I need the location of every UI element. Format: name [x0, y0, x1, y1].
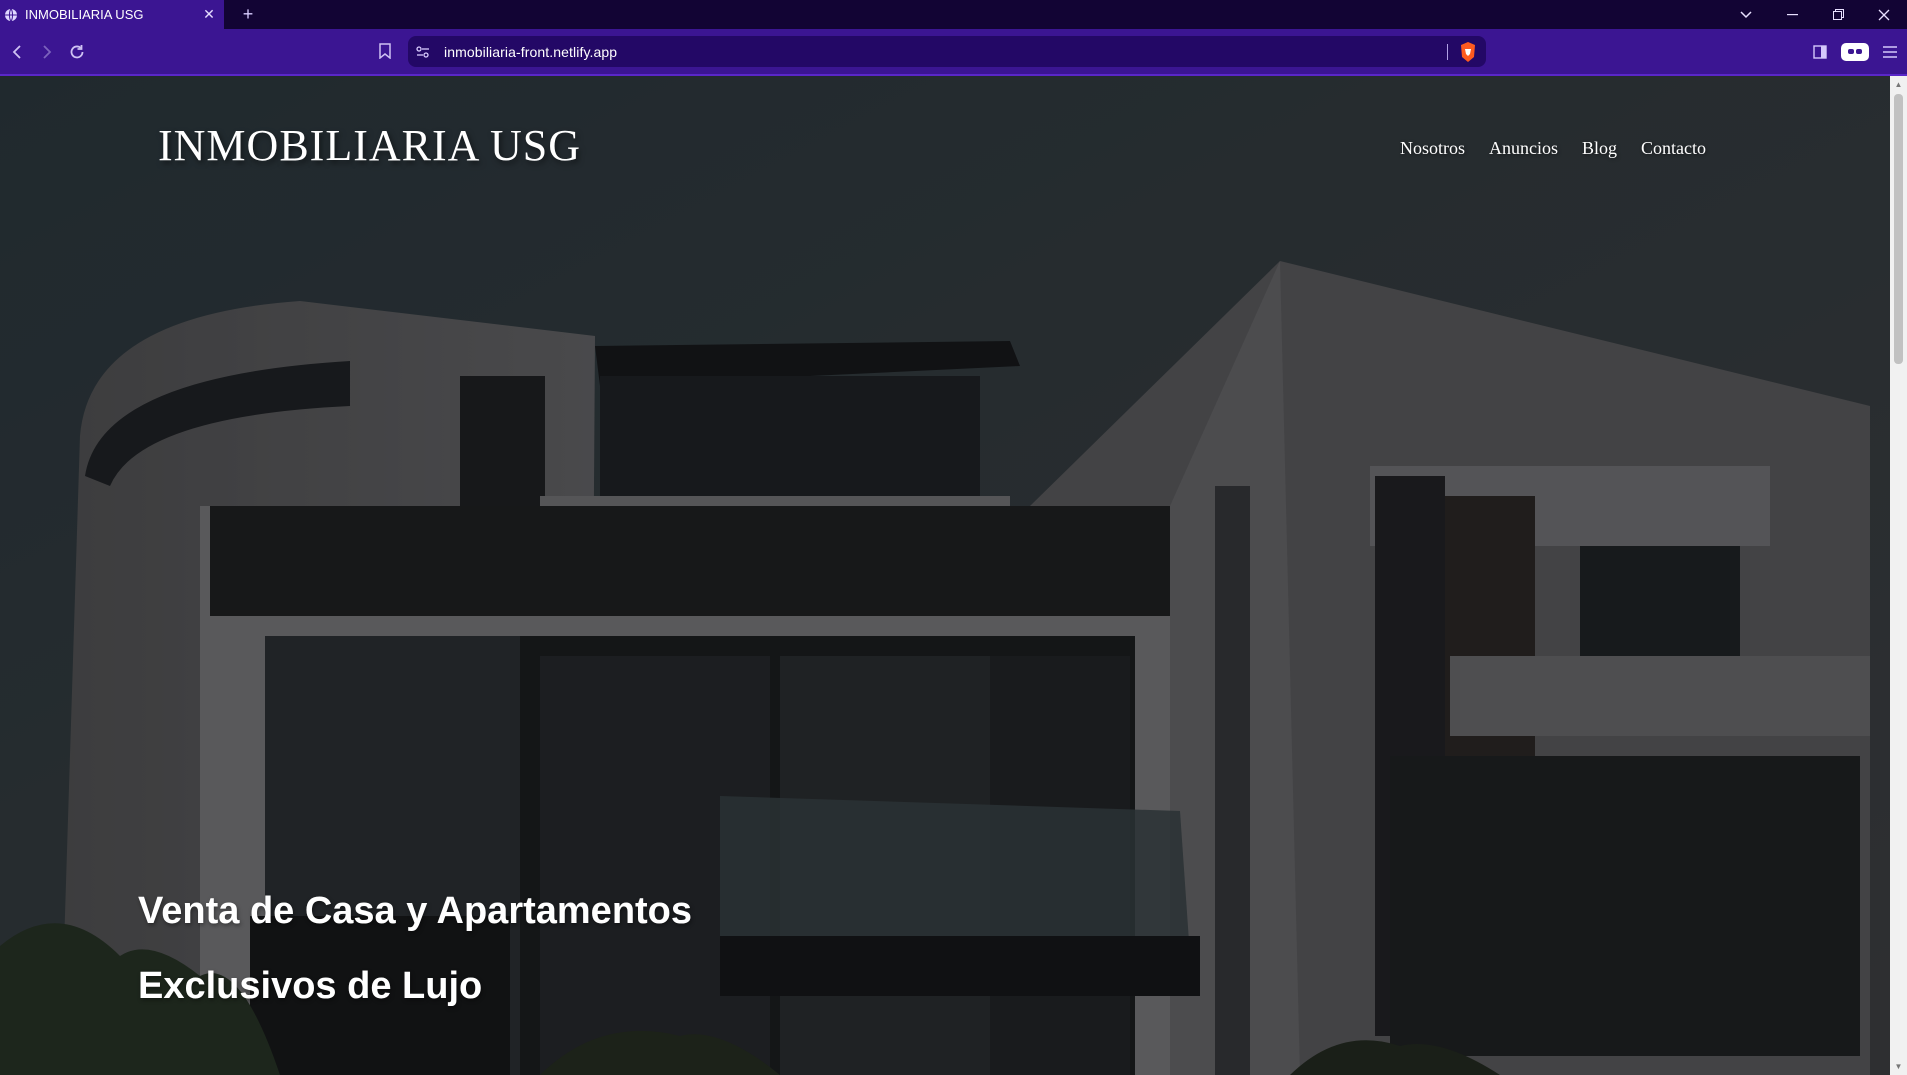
- hero-line-2: Exclusivos de Lujo: [138, 965, 483, 1007]
- nav-link-blog[interactable]: Blog: [1582, 138, 1617, 159]
- page-viewport: INMOBILIARIA USG Nosotros Anuncios Blog …: [0, 76, 1890, 1075]
- toolbar-right: [1803, 29, 1907, 74]
- close-window-icon[interactable]: [1861, 0, 1907, 29]
- site-logo[interactable]: INMOBILIARIA USG: [158, 120, 581, 171]
- browser-toolbar: inmobiliaria-front.netlify.app: [0, 29, 1907, 74]
- tab-strip: INMOBILIARIA USG ✕ +: [0, 0, 1907, 29]
- wallet-icon[interactable]: [1841, 42, 1869, 61]
- nav-link-nosotros[interactable]: Nosotros: [1400, 138, 1465, 159]
- page-scrollbar[interactable]: ▲ ▼: [1890, 76, 1907, 1075]
- hero-line-1: Venta de Casa y Apartamentos: [138, 890, 693, 932]
- menu-icon[interactable]: [1873, 35, 1907, 69]
- browser-tab-active[interactable]: INMOBILIARIA USG ✕: [0, 0, 224, 29]
- nav-link-anuncios[interactable]: Anuncios: [1489, 138, 1558, 159]
- site-header: INMOBILIARIA USG Nosotros Anuncios Blog …: [0, 76, 1890, 226]
- forward-button[interactable]: [34, 39, 60, 65]
- site-settings-icon[interactable]: [408, 36, 438, 67]
- close-tab-icon[interactable]: ✕: [198, 4, 220, 26]
- divider: [1447, 43, 1448, 60]
- main-navigation: Nosotros Anuncios Blog Contacto: [1400, 138, 1730, 159]
- globe-icon: [5, 8, 17, 21]
- bookmark-icon[interactable]: [372, 38, 398, 64]
- window-controls: [1723, 0, 1907, 29]
- scroll-down-arrow-icon[interactable]: ▼: [1890, 1058, 1907, 1075]
- url-text[interactable]: inmobiliaria-front.netlify.app: [444, 44, 617, 60]
- back-button[interactable]: [4, 39, 30, 65]
- hero-heading: Venta de Casa y Apartamentos Exclusivos …: [138, 874, 692, 1024]
- tab-title: INMOBILIARIA USG: [25, 7, 144, 22]
- reload-button[interactable]: [64, 39, 90, 65]
- brave-shields[interactable]: [1447, 36, 1486, 67]
- address-bar[interactable]: inmobiliaria-front.netlify.app: [408, 36, 1486, 67]
- restore-icon[interactable]: [1815, 0, 1861, 29]
- new-tab-button[interactable]: +: [234, 0, 262, 29]
- scroll-up-arrow-icon[interactable]: ▲: [1890, 76, 1907, 93]
- brave-shield-icon[interactable]: [1458, 41, 1478, 63]
- nav-link-contacto[interactable]: Contacto: [1641, 138, 1706, 159]
- sidebar-toggle-icon[interactable]: [1803, 35, 1837, 69]
- tab-search-icon[interactable]: [1723, 0, 1769, 29]
- minimize-icon[interactable]: [1769, 0, 1815, 29]
- scrollbar-thumb[interactable]: [1894, 94, 1903, 364]
